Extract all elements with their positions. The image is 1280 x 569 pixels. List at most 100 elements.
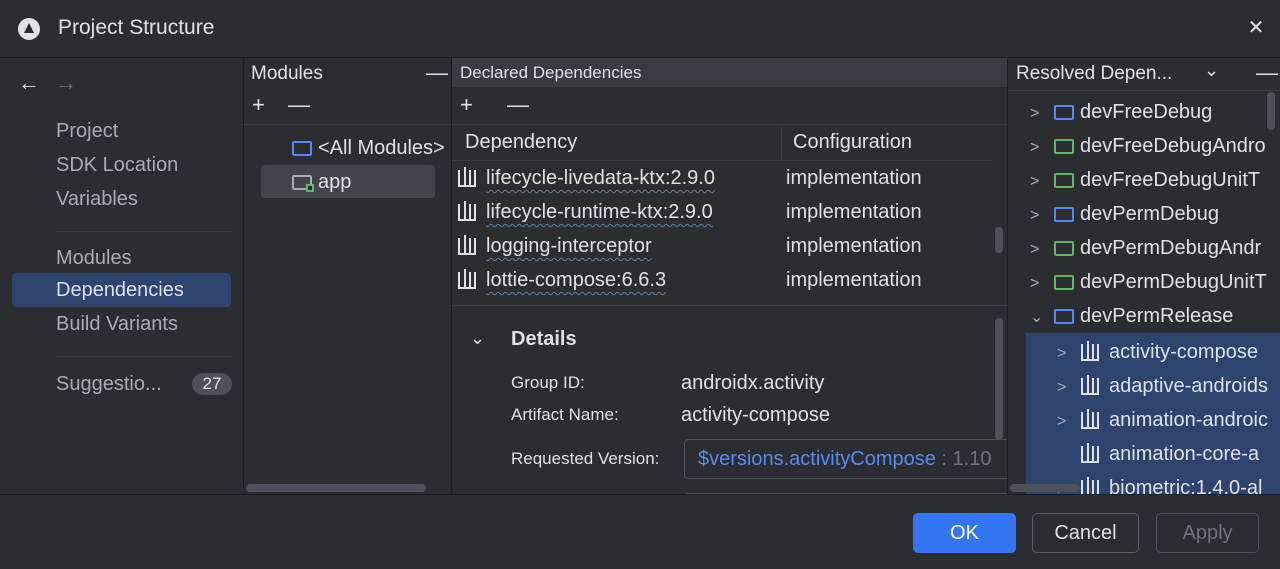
dependency-name: lifecycle-runtime-ktx:2.9.0 [486, 201, 713, 223]
chevron-right-icon[interactable]: > [1057, 337, 1081, 371]
modules-header: Modules [251, 63, 323, 84]
chevron-right-icon[interactable]: > [1057, 371, 1081, 405]
add-dependency-plus-icon[interactable]: + [460, 92, 473, 118]
nav-item-build-variants[interactable]: Build Variants [12, 307, 231, 341]
hide-panel-minus-icon[interactable]: — [1256, 60, 1278, 86]
cancel-button[interactable]: Cancel [1032, 513, 1139, 553]
resolved-child-label: animation-core-a [1109, 443, 1260, 465]
folder-icon [1054, 241, 1074, 257]
toolbar-divider [244, 124, 451, 125]
nav-item-dependencies[interactable]: Dependencies [12, 273, 231, 307]
folder-icon [1054, 207, 1074, 223]
toolbar-divider [452, 124, 1007, 125]
chevron-down-icon[interactable]: ⌄ [1030, 301, 1054, 335]
library-icon [1081, 409, 1099, 430]
nav-item-variables[interactable]: Variables [12, 182, 231, 216]
chevron-right-icon[interactable]: > [1030, 165, 1054, 199]
column-header-dependency[interactable]: Dependency [465, 131, 577, 154]
library-icon [458, 167, 476, 188]
module-label: app [318, 171, 352, 193]
dependency-name: lottie-compose:6.6.3 [486, 269, 667, 291]
variant-row[interactable]: > devFreeDebugUnitT [1030, 163, 1260, 197]
library-icon [1081, 375, 1099, 396]
apply-button[interactable]: Apply [1156, 513, 1259, 553]
resolved-child-row[interactable]: > activity-compose [1057, 335, 1258, 369]
nav-item-modules[interactable]: Modules [12, 241, 231, 275]
back-arrow-icon[interactable]: ← [18, 70, 40, 96]
resolved-child-row[interactable]: animation-core-a [1057, 437, 1259, 471]
close-icon[interactable]: ✕ [1246, 18, 1266, 38]
library-icon [1081, 477, 1099, 494]
library-icon [1081, 341, 1099, 362]
dependency-configuration: implementation [786, 167, 922, 189]
collapse-all-icon[interactable]: ⌄ [1204, 60, 1219, 81]
variant-label: devPermDebug [1080, 203, 1219, 225]
resolved-child-label: activity-compose [1109, 341, 1258, 363]
variant-label: devFreeDebug [1080, 101, 1213, 123]
dependency-row[interactable]: logging-interceptor implementation [458, 229, 922, 263]
variant-label: devFreeDebugAndro [1080, 135, 1266, 157]
chevron-right-icon[interactable]: > [1030, 199, 1054, 233]
variant-label: devPermDebugUnitT [1080, 271, 1267, 293]
chevron-right-icon[interactable]: > [1030, 131, 1054, 165]
library-icon [458, 235, 476, 256]
resolved-child-label: biometric:1.4.0-al [1109, 477, 1263, 494]
folder-icon [1054, 173, 1074, 189]
resolved-child-row[interactable]: >biometric:1.4.0-al [1057, 471, 1262, 494]
details-vertical-scrollbar[interactable] [995, 318, 1003, 440]
requested-version-label: Requested Version: [511, 449, 660, 468]
module-item-app[interactable]: app [292, 165, 351, 199]
resolved-child-row[interactable]: > animation-androic [1057, 403, 1268, 437]
variant-row[interactable]: > devFreeDebugAndro [1030, 129, 1266, 163]
requested-version-input[interactable]: $versions.activityCompose : 1.10 [684, 439, 1014, 479]
variant-row[interactable]: > devPermDebug [1030, 197, 1219, 231]
dependency-configuration: implementation [786, 235, 922, 257]
group-id-label: Group ID: [511, 373, 585, 392]
dependencies-vertical-scrollbar[interactable] [995, 227, 1003, 253]
chevron-right-icon[interactable]: > [1030, 267, 1054, 301]
modules-horizontal-scrollbar[interactable] [246, 484, 426, 492]
variant-row[interactable]: > devPermDebugUnitT [1030, 265, 1267, 299]
remove-dependency-minus-icon[interactable]: — [507, 92, 529, 118]
module-item-all[interactable]: <All Modules> [292, 131, 445, 165]
chevron-down-icon[interactable]: ⌄ [470, 328, 485, 349]
folder-icon [1054, 105, 1074, 121]
details-title[interactable]: Details [511, 328, 577, 351]
column-header-configuration[interactable]: Configuration [793, 131, 912, 154]
collapse-minus-icon[interactable]: — [426, 60, 448, 86]
remove-module-minus-icon[interactable]: — [288, 92, 310, 118]
resolved-horizontal-scrollbar[interactable] [1010, 484, 1080, 492]
window-title: Project Structure [58, 16, 215, 39]
group-id-value: androidx.activity [681, 372, 825, 394]
suggestions-count-badge: 27 [192, 373, 232, 395]
details-divider[interactable] [452, 305, 1007, 306]
nav-item-project[interactable]: Project [12, 114, 231, 148]
add-module-plus-icon[interactable]: + [252, 92, 265, 118]
ok-button[interactable]: OK [913, 513, 1016, 553]
forward-arrow-icon[interactable]: → [55, 70, 77, 96]
library-icon [1081, 443, 1099, 464]
resolved-vertical-scrollbar[interactable] [1267, 92, 1275, 130]
variant-row[interactable]: > devFreeDebug [1030, 95, 1212, 129]
declared-dependencies-header: Declared Dependencies [460, 63, 642, 82]
variant-row[interactable]: > devPermDebugAndr [1030, 231, 1261, 265]
chevron-right-icon[interactable]: > [1030, 233, 1054, 267]
module-folder-icon [292, 175, 314, 193]
dependency-row[interactable]: lifecycle-runtime-ktx:2.9.0 implementati… [458, 195, 922, 229]
dependency-row[interactable]: lottie-compose:6.6.3 implementation [458, 263, 922, 297]
resolved-dependencies-header: Resolved Depen... [1016, 63, 1173, 84]
folder-icon [1054, 309, 1074, 325]
dependency-row[interactable]: lifecycle-livedata-ktx:2.9.0 implementat… [458, 161, 922, 195]
variant-row[interactable]: ⌄ devPermRelease [1030, 299, 1233, 333]
variant-label: devFreeDebugUnitT [1080, 169, 1261, 191]
resolved-child-label: adaptive-androids [1109, 375, 1268, 397]
folder-icon [1054, 275, 1074, 291]
artifact-name-value: activity-compose [681, 404, 830, 426]
nav-item-sdk-location[interactable]: SDK Location [12, 148, 231, 182]
column-divider[interactable] [781, 126, 782, 160]
resolved-child-row[interactable]: > adaptive-androids [1057, 369, 1268, 403]
chevron-right-icon[interactable]: > [1057, 405, 1081, 439]
artifact-name-label: Artifact Name: [511, 405, 619, 424]
all-modules-folder-icon [292, 141, 312, 157]
chevron-right-icon[interactable]: > [1030, 97, 1054, 131]
